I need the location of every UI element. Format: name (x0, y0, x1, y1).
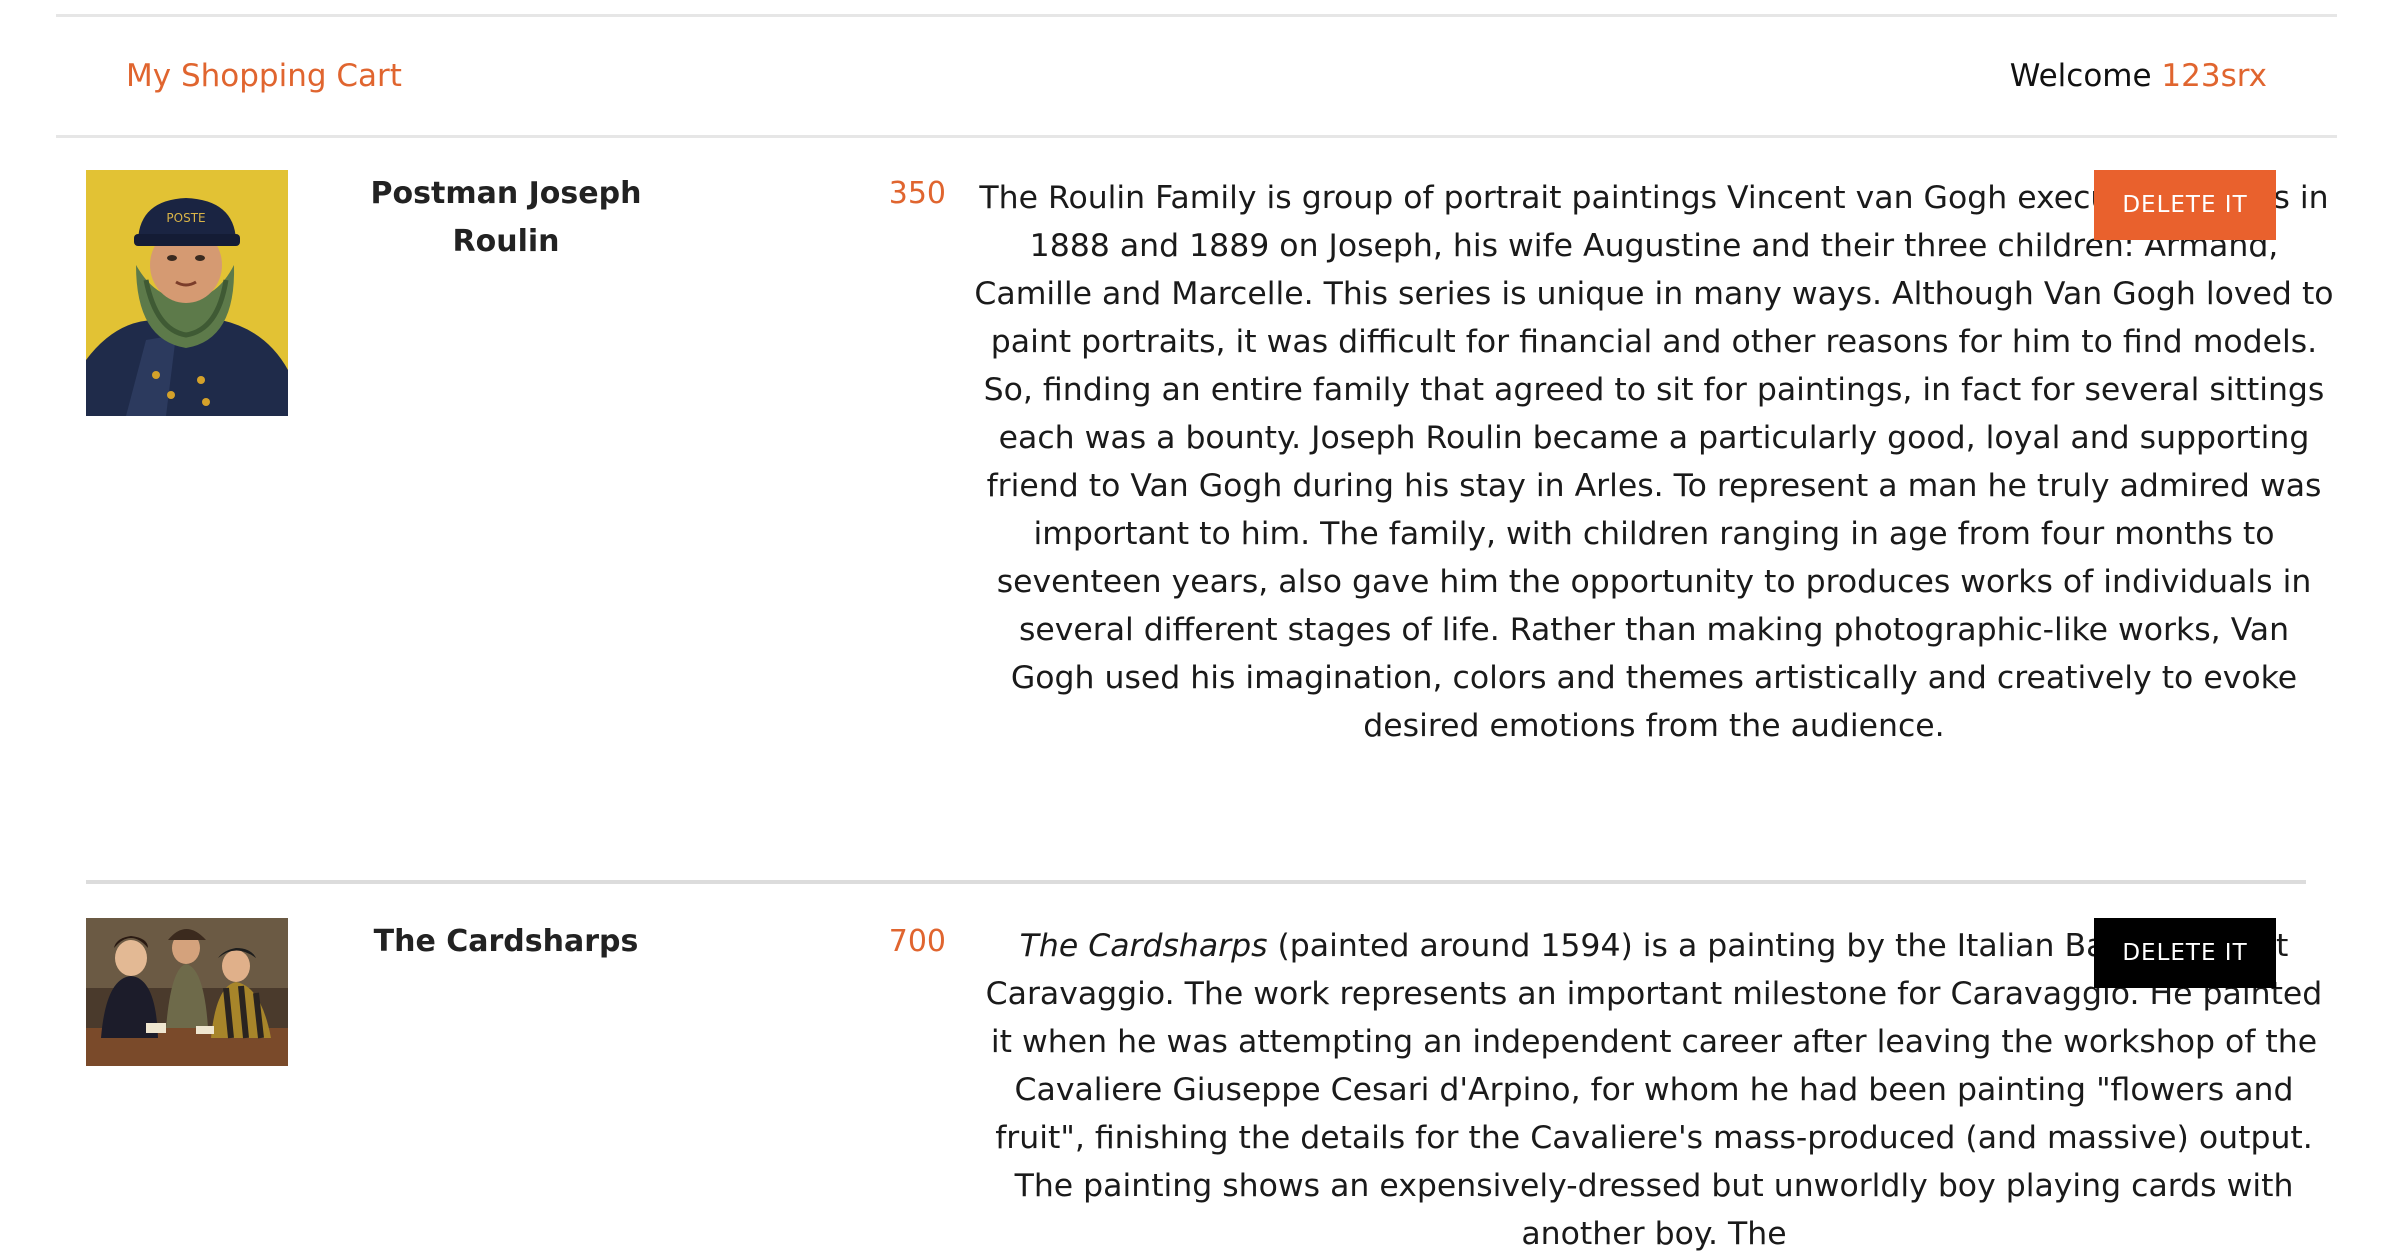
cart-title: My Shopping Cart (126, 58, 402, 94)
svg-text:POSTE: POSTE (166, 211, 205, 225)
postman-portrait-image: POSTE (86, 170, 288, 416)
delete-item-button[interactable]: DELETE IT (2094, 918, 2276, 988)
cart-item: The Cardsharps 700 The Cardsharps (paint… (86, 918, 2322, 1252)
item-description: The Roulin Family is group of portrait p… (974, 180, 2334, 744)
item-description-italic: The Cardsharps (1019, 928, 1268, 964)
cardsharps-image (86, 918, 288, 1066)
cart-header: My Shopping Cart Welcome 123srx (56, 17, 2337, 138)
username-link[interactable]: 123srx (2161, 58, 2267, 94)
item-price: 700 (888, 924, 946, 959)
welcome-prefix: Welcome (2009, 58, 2162, 94)
cart-item: POSTE Postman Joseph Roulin 350 The Roul… (86, 170, 2334, 850)
delete-item-button[interactable]: DELETE IT (2094, 170, 2276, 240)
item-title: Postman Joseph Roulin (370, 176, 642, 259)
painting-thumbnail-roulin: POSTE (86, 170, 288, 416)
item-title: The Cardsharps (373, 924, 639, 959)
item-divider (86, 880, 2306, 884)
item-price: 350 (888, 176, 946, 211)
welcome-message: Welcome 123srx (2010, 61, 2267, 92)
painting-thumbnail-cardsharps (86, 918, 288, 1066)
